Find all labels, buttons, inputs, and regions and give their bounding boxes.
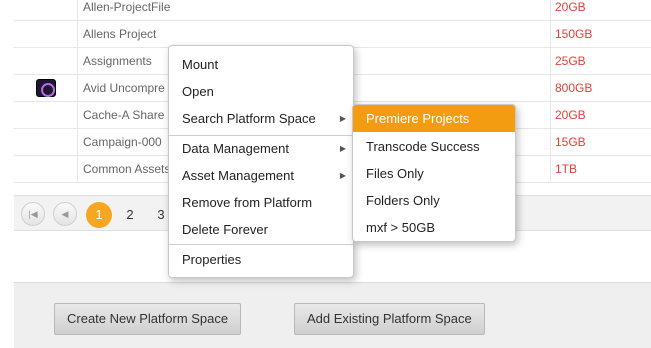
- space-size: 20GB: [550, 0, 651, 21]
- row-icon-cell: [14, 129, 78, 156]
- search-submenu: Premiere Projects Transcode Success File…: [352, 104, 516, 242]
- space-size: 800GB: [550, 75, 651, 102]
- space-size: 25GB: [550, 48, 651, 75]
- space-size: 15GB: [550, 129, 651, 156]
- chevron-right-icon: ▶: [339, 171, 346, 180]
- menu-item-label: Data Management: [182, 141, 289, 156]
- space-name: Assignments: [83, 54, 152, 68]
- space-name: Common Assets: [83, 162, 171, 176]
- submenu-item-mxf-over-50gb[interactable]: mxf > 50GB: [353, 214, 515, 241]
- chevron-right-icon: ▶: [339, 114, 346, 123]
- menu-item-label: Mount: [182, 57, 219, 72]
- add-existing-platform-space-button[interactable]: Add Existing Platform Space: [294, 303, 485, 335]
- submenu-item-transcode-success[interactable]: Transcode Success: [353, 133, 515, 160]
- page-2-button[interactable]: 2: [117, 202, 143, 228]
- menu-item-delete-forever[interactable]: Delete Forever: [169, 216, 353, 243]
- menu-item-open[interactable]: Open: [169, 78, 353, 105]
- action-panel: Create New Platform Space Add Existing P…: [14, 282, 651, 348]
- menu-item-properties[interactable]: Properties: [169, 246, 353, 273]
- submenu-item-folders-only[interactable]: Folders Only: [353, 187, 515, 214]
- space-size: 20GB: [550, 102, 651, 129]
- page-1-button[interactable]: 1: [86, 202, 112, 228]
- context-menu: Mount Open Search Platform Space ▶ Data …: [168, 45, 354, 278]
- row-icon-cell: [14, 156, 78, 183]
- menu-item-remove-from-platform[interactable]: Remove from Platform: [169, 189, 353, 216]
- space-name: Allens Project: [83, 27, 157, 41]
- menu-item-asset-management[interactable]: Asset Management ▶: [169, 162, 353, 189]
- space-size: 1TB: [550, 156, 651, 183]
- row-icon-cell: [14, 48, 78, 75]
- space-size: 150GB: [550, 21, 651, 48]
- chevron-right-icon: ▶: [339, 144, 346, 153]
- first-page-icon[interactable]: |◀: [21, 202, 45, 226]
- space-name: Cache-A Share: [83, 108, 165, 122]
- table-row[interactable]: Allen-ProjectFile 20GB: [14, 0, 651, 21]
- submenu-item-files-only[interactable]: Files Only: [353, 160, 515, 187]
- create-platform-space-button[interactable]: Create New Platform Space: [54, 303, 242, 335]
- row-icon-cell: [14, 102, 78, 129]
- submenu-item-premiere-projects[interactable]: Premiere Projects: [353, 105, 515, 132]
- menu-item-search-platform-space[interactable]: Search Platform Space ▶: [169, 105, 353, 132]
- space-name: Allen-ProjectFile: [83, 0, 171, 14]
- avid-media-icon: [36, 79, 56, 97]
- space-name: Avid Uncompre: [83, 81, 165, 95]
- platform-space-view: Allen-ProjectFile 20GB Allens Project 15…: [0, 0, 651, 348]
- menu-item-data-management[interactable]: Data Management ▶: [169, 135, 353, 162]
- menu-item-label: Delete Forever: [182, 222, 268, 237]
- row-icon-cell: [14, 75, 78, 102]
- menu-divider: [169, 244, 353, 245]
- menu-item-mount[interactable]: Mount: [169, 51, 353, 78]
- space-name: Campaign-000: [83, 135, 162, 149]
- table-row[interactable]: Allens Project 150GB: [14, 21, 651, 48]
- row-icon-cell: [14, 0, 78, 21]
- menu-item-label: Search Platform Space: [182, 111, 316, 126]
- menu-item-label: Open: [182, 84, 214, 99]
- menu-item-label: Properties: [182, 252, 242, 267]
- prev-page-icon[interactable]: ◀: [53, 202, 77, 226]
- row-icon-cell: [14, 21, 78, 48]
- menu-item-label: Remove from Platform: [182, 195, 313, 210]
- menu-item-label: Asset Management: [182, 168, 295, 183]
